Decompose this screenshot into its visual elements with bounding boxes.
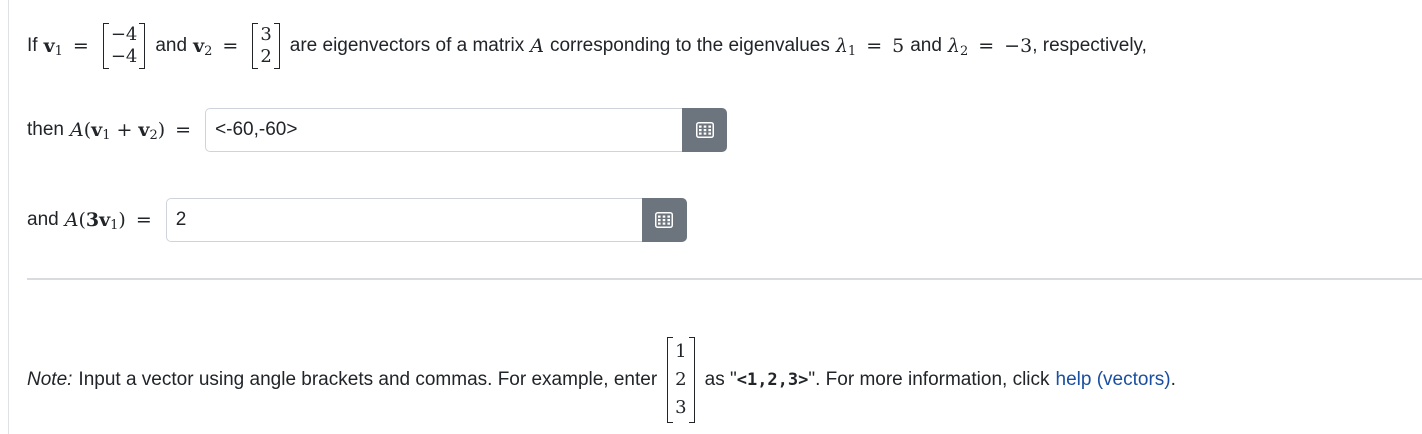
eigenvector-text: are eigenvectors of a matrix bbox=[289, 35, 525, 56]
q2-v1-symbol: v bbox=[99, 209, 111, 231]
v1-symbol: v bbox=[43, 35, 55, 57]
and-text-2: and bbox=[910, 35, 942, 56]
q1-plus: + bbox=[116, 119, 133, 141]
v1-subscript: 1 bbox=[54, 43, 63, 59]
v2-subscript: 2 bbox=[204, 43, 213, 59]
v1-entry-1: −4 bbox=[110, 24, 138, 45]
keyboard-button-2[interactable] bbox=[641, 198, 687, 242]
answer-input-2[interactable] bbox=[165, 198, 642, 242]
v1-entry-2: −4 bbox=[110, 46, 138, 67]
note-section: Note: Input a vector using angle bracket… bbox=[27, 332, 1176, 428]
q1-v2-symbol: v bbox=[138, 119, 150, 141]
answer-input-1[interactable] bbox=[205, 108, 683, 152]
v1-matrix: −4 −4 bbox=[102, 23, 146, 69]
q1-v1-subscript: 1 bbox=[102, 127, 111, 143]
v2-matrix: 3 2 bbox=[252, 23, 280, 69]
v2-entry-2: 2 bbox=[260, 46, 272, 67]
example-entry-1: 1 bbox=[675, 341, 687, 362]
q2-matrix-symbol: A bbox=[64, 209, 79, 231]
then-text: then bbox=[27, 119, 64, 140]
help-vectors-link[interactable]: help (vectors) bbox=[1056, 369, 1171, 391]
question-2: and A(3 v 1) = bbox=[27, 198, 687, 242]
lambda2-subscript: 2 bbox=[959, 43, 969, 59]
answer-group-1 bbox=[205, 108, 728, 152]
section-divider bbox=[27, 278, 1422, 280]
q2-coefficient: 3 bbox=[85, 209, 100, 231]
respectively-text: , respectively, bbox=[1032, 35, 1147, 56]
q2-v1-subscript: 1 bbox=[110, 217, 119, 233]
example-vector: 1 2 3 bbox=[667, 337, 695, 423]
example-entry-3: 3 bbox=[675, 397, 687, 418]
v2-entry-1: 3 bbox=[260, 24, 272, 45]
and-text-3: and bbox=[27, 209, 59, 230]
if-text: If bbox=[27, 35, 38, 56]
note-text: Input a vector using angle brackets and … bbox=[78, 369, 658, 390]
answer-group-2 bbox=[165, 198, 687, 242]
lambda2-symbol: λ bbox=[947, 35, 960, 57]
lambda1-subscript: 1 bbox=[847, 43, 857, 59]
q1-v1-symbol: v bbox=[91, 119, 103, 141]
q1-v2-subscript: 2 bbox=[149, 127, 158, 143]
keyboard-button-1[interactable] bbox=[682, 108, 728, 152]
corresponding-text: corresponding to the eigenvalues bbox=[549, 35, 830, 56]
lambda2-value: −3 bbox=[1004, 35, 1033, 57]
problem-statement: If v1 = −4 −4 and v2 = 3 2 are eigenvect… bbox=[27, 23, 1147, 69]
lambda1-symbol: λ bbox=[835, 35, 848, 57]
keyboard-grid-icon bbox=[695, 122, 714, 138]
matrix-symbol: A bbox=[530, 35, 544, 57]
note-end: . bbox=[1170, 369, 1176, 390]
lambda1-value: 5 bbox=[892, 35, 905, 57]
and-text: and bbox=[155, 35, 188, 56]
question-1: then A(v 1 + v 2) = bbox=[27, 108, 728, 152]
note-label: Note: bbox=[27, 369, 73, 390]
note-as-text: as " bbox=[704, 369, 737, 390]
example-entry-2: 2 bbox=[675, 369, 687, 390]
q1-matrix-symbol: A bbox=[69, 119, 84, 141]
keyboard-grid-icon bbox=[655, 212, 674, 228]
example-code: <1,2,3> bbox=[736, 370, 809, 390]
note-after-text: ". For more information, click bbox=[808, 369, 1050, 390]
v2-symbol: v bbox=[193, 35, 205, 57]
